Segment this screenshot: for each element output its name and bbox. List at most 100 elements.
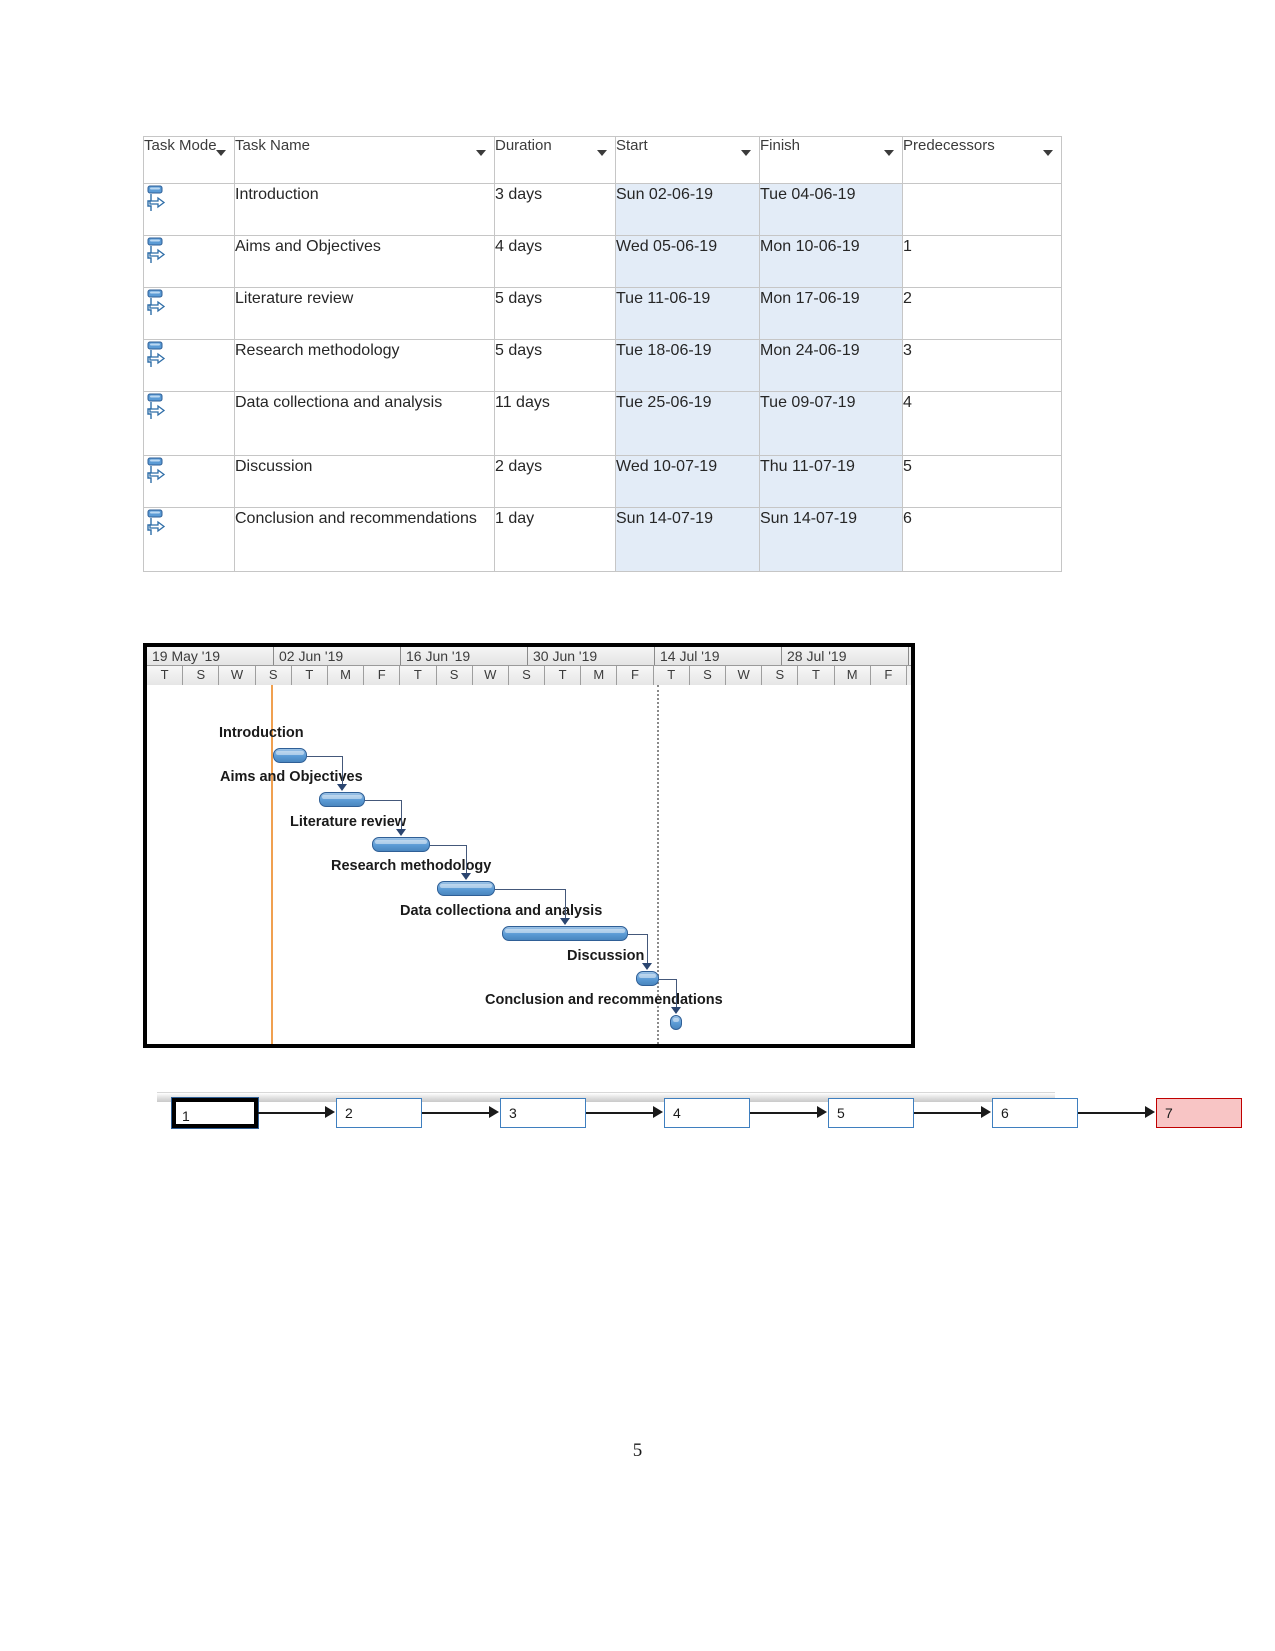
dependency-arrow-icon <box>560 918 571 925</box>
cell-predecessors[interactable]: 1 <box>902 235 1062 288</box>
task-mode-icon[interactable] <box>144 508 170 538</box>
cell-predecessors[interactable]: 2 <box>902 287 1062 340</box>
cell-predecessors[interactable] <box>902 183 1062 236</box>
network-node[interactable]: 6 <box>992 1098 1078 1128</box>
table-row[interactable]: Introduction 3 days Sun 02-06-19 Tue 04-06-… <box>143 183 1062 236</box>
cell-task-name[interactable]: Conclusion and recommendations <box>234 507 495 572</box>
column-header-duration[interactable]: Duration <box>494 136 616 184</box>
gantt-chart[interactable]: 19 May '19 02 Jun '19 16 Jun '19 30 Jun '19… <box>143 643 915 1048</box>
cell-task-mode[interactable] <box>143 183 235 236</box>
cell-duration[interactable]: 3 days <box>494 183 616 236</box>
cell-finish[interactable]: Mon 17-06-19 <box>759 287 903 340</box>
cell-predecessors[interactable]: 5 <box>902 455 1062 508</box>
gantt-bar-label: Data collectiona and analysis <box>400 903 603 919</box>
cell-finish[interactable]: Mon 10-06-19 <box>759 235 903 288</box>
cell-duration[interactable]: 2 days <box>494 455 616 508</box>
dependency-link <box>676 979 678 1007</box>
cell-finish[interactable]: Thu 11-07-19 <box>759 455 903 508</box>
gantt-bar[interactable] <box>273 748 308 763</box>
cell-start[interactable]: Sun 14-07-19 <box>615 507 760 572</box>
gantt-plot-area[interactable]: Introduction Aims and Objectives Literatur… <box>147 685 911 1044</box>
cell-task-mode[interactable] <box>143 391 235 456</box>
cell-finish[interactable]: Mon 24-06-19 <box>759 339 903 392</box>
table-row[interactable]: Research methodology 5 days Tue 18-06-19 Mo… <box>143 339 1062 392</box>
cell-predecessors[interactable]: 3 <box>902 339 1062 392</box>
cell-duration[interactable]: 5 days <box>494 339 616 392</box>
cell-task-mode[interactable] <box>143 455 235 508</box>
duration-text: 4 days <box>495 238 543 255</box>
network-node-label: 2 <box>345 1105 353 1121</box>
column-header-task-mode[interactable]: Task Mode <box>143 136 235 184</box>
finish-date-text: Thu 11-07-19 <box>760 458 855 475</box>
cell-task-name[interactable]: Literature review <box>234 287 495 340</box>
task-mode-icon[interactable] <box>144 456 170 486</box>
cell-predecessors[interactable]: 4 <box>902 391 1062 456</box>
chevron-down-icon[interactable] <box>597 150 607 156</box>
column-header-finish[interactable]: Finish <box>759 136 903 184</box>
cell-start[interactable]: Tue 11-06-19 <box>615 287 760 340</box>
table-row[interactable]: Aims and Objectives 4 days Wed 05-06-19 Mon… <box>143 235 1062 288</box>
cell-task-mode[interactable] <box>143 507 235 572</box>
table-row[interactable]: Discussion 2 days Wed 10-07-19 Thu 11-07-19… <box>143 455 1062 508</box>
table-row[interactable]: Conclusion and recommendations 1 day Sun 1… <box>143 507 1062 572</box>
network-node[interactable]: 7 <box>1156 1098 1242 1128</box>
network-arrow-icon <box>325 1106 335 1118</box>
task-name-text: Conclusion and recommendations <box>235 510 477 527</box>
gantt-bar[interactable] <box>318 792 365 807</box>
table-row[interactable]: Literature review 5 days Tue 11-06-19 Mon 1… <box>143 287 1062 340</box>
cell-finish[interactable]: Tue 09-07-19 <box>759 391 903 456</box>
network-node[interactable]: 2 <box>336 1098 422 1128</box>
cell-start[interactable]: Tue 18-06-19 <box>615 339 760 392</box>
chevron-down-icon[interactable] <box>1043 150 1053 156</box>
gantt-bar[interactable] <box>372 837 430 852</box>
network-node[interactable]: 3 <box>500 1098 586 1128</box>
cell-task-mode[interactable] <box>143 287 235 340</box>
cell-task-mode[interactable] <box>143 339 235 392</box>
cell-task-name[interactable]: Aims and Objectives <box>234 235 495 288</box>
chevron-down-icon[interactable] <box>216 150 226 156</box>
cell-task-mode[interactable] <box>143 235 235 288</box>
dependency-link <box>307 756 342 757</box>
cell-task-name[interactable]: Research methodology <box>234 339 495 392</box>
task-table-body: Introduction 3 days Sun 02-06-19 Tue 04-06-… <box>143 183 1062 572</box>
cell-duration[interactable]: 1 day <box>494 507 616 572</box>
duration-text: 5 days <box>495 290 543 307</box>
cell-start[interactable]: Sun 02-06-19 <box>615 183 760 236</box>
cell-task-name[interactable]: Discussion <box>234 455 495 508</box>
column-header-start[interactable]: Start <box>615 136 760 184</box>
column-header-task-name[interactable]: Task Name <box>234 136 495 184</box>
gantt-bar[interactable] <box>635 971 659 986</box>
cell-duration[interactable]: 4 days <box>494 235 616 288</box>
task-name-text: Research methodology <box>235 342 400 359</box>
task-mode-icon[interactable] <box>144 392 170 422</box>
cell-start[interactable]: Wed 05-06-19 <box>615 235 760 288</box>
gantt-bar[interactable] <box>437 881 495 896</box>
network-node[interactable]: 4 <box>664 1098 750 1128</box>
cell-predecessors[interactable]: 6 <box>902 507 1062 572</box>
cell-start[interactable]: Wed 10-07-19 <box>615 455 760 508</box>
task-mode-icon[interactable] <box>144 340 170 370</box>
gantt-bar[interactable] <box>502 926 629 941</box>
table-row[interactable]: Data collectiona and analysis 11 days Tue … <box>143 391 1062 456</box>
task-table[interactable]: Task Mode Task Name Duration Start Finis… <box>143 136 1062 572</box>
network-node[interactable]: 5 <box>828 1098 914 1128</box>
cell-duration[interactable]: 11 days <box>494 391 616 456</box>
cell-finish[interactable]: Sun 14-07-19 <box>759 507 903 572</box>
chevron-down-icon[interactable] <box>741 150 751 156</box>
cell-task-name[interactable]: Introduction <box>234 183 495 236</box>
gantt-bar[interactable] <box>670 1015 682 1030</box>
cell-duration[interactable]: 5 days <box>494 287 616 340</box>
chevron-down-icon[interactable] <box>476 150 486 156</box>
dependency-arrow-icon <box>396 829 407 836</box>
cell-start[interactable]: Tue 25-06-19 <box>615 391 760 456</box>
cell-finish[interactable]: Tue 04-06-19 <box>759 183 903 236</box>
network-node-label: 1 <box>182 1108 190 1124</box>
task-mode-icon[interactable] <box>144 236 170 266</box>
task-mode-icon[interactable] <box>144 288 170 318</box>
network-node[interactable]: 1 <box>171 1097 259 1129</box>
task-mode-icon[interactable] <box>144 184 170 214</box>
cell-task-name[interactable]: Data collectiona and analysis <box>234 391 495 456</box>
chevron-down-icon[interactable] <box>884 150 894 156</box>
column-header-predecessors[interactable]: Predecessors <box>902 136 1062 184</box>
network-diagram[interactable]: 1 2 3 4 5 6 7 <box>160 1088 1242 1150</box>
